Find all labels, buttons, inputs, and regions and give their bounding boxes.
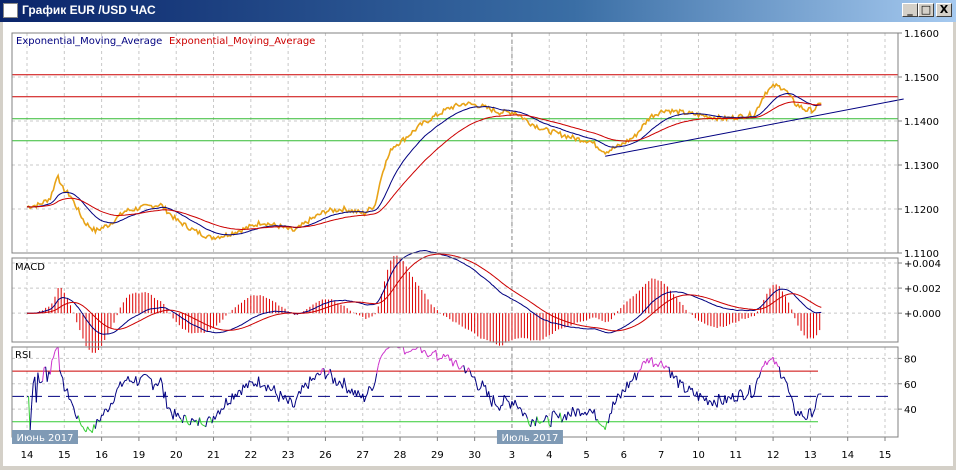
maximize-button[interactable]: □	[918, 3, 934, 17]
price-y-tick-label: 1.1500	[904, 73, 939, 84]
x-tick-label: 13	[804, 450, 817, 461]
x-tick-label: 14	[21, 450, 34, 461]
rsi-y-tick-label: 80	[904, 354, 917, 365]
rsi-line-segment	[202, 424, 205, 427]
x-tick-label: 27	[356, 450, 369, 461]
rsi-line-segment	[751, 396, 754, 399]
price-y-tick-label: 1.1200	[904, 205, 939, 216]
macd-y-tick-label: +0.004	[904, 259, 941, 270]
rsi-line-segment	[727, 396, 730, 398]
chart-area[interactable]: 14 15 16 19 20 21 22 23 26 27 28 29 30 3 4 5 6 7 10 11 12 13 1…	[0, 22, 956, 470]
x-tick-label: 15	[58, 450, 71, 461]
x-tick-label: 7	[658, 450, 664, 461]
legend-ema-fast: Exponential_Moving_Average	[16, 36, 162, 47]
legend-ema-slow: Exponential_Moving_Average	[169, 36, 315, 47]
x-tick-label: 5	[583, 450, 589, 461]
x-tick-label: 6	[621, 450, 627, 461]
rsi-line-segment	[336, 384, 339, 386]
x-tick-label: 20	[170, 450, 183, 461]
x-tick-label: 28	[394, 450, 407, 461]
macd-y-tick-label: +0.002	[904, 284, 941, 295]
x-tick-label: 4	[546, 450, 552, 461]
x-tick-label: 15	[879, 450, 892, 461]
x-tick-label: 29	[431, 450, 444, 461]
rsi-line-segment	[261, 385, 264, 387]
rsi-line-segment	[144, 373, 147, 376]
price-y-tick-label: 1.1600	[904, 29, 939, 40]
rsi-line-segment	[743, 398, 746, 401]
x-tick-label: 21	[207, 450, 220, 461]
month-label: Июль 2017	[502, 433, 559, 444]
rsi-line-segment	[685, 390, 688, 393]
x-tick-label: 10	[692, 450, 705, 461]
price-y-tick-label: 1.1400	[904, 117, 939, 128]
macd-y-tick-label: +0.000	[904, 309, 941, 320]
window-title: График EUR /USD ЧАС	[22, 3, 156, 17]
rsi-line-segment	[168, 407, 171, 409]
x-tick-label: 16	[95, 450, 108, 461]
title-bar: График EUR /USD ЧАС _ □ X	[0, 0, 956, 22]
x-tick-label: 22	[244, 450, 257, 461]
x-tick-label: 11	[729, 450, 742, 461]
rsi-title: RSI	[15, 350, 31, 361]
month-label: Июнь 2017	[17, 433, 74, 444]
rsi-line-segment	[438, 358, 441, 360]
macd-title: MACD	[15, 262, 45, 273]
chart-app-icon	[3, 3, 18, 18]
x-tick-label: 26	[319, 450, 332, 461]
close-button[interactable]: X	[936, 3, 952, 17]
rsi-line-segment	[385, 348, 388, 350]
x-tick-label: 23	[282, 450, 295, 461]
x-tick-label: 3	[509, 450, 515, 461]
minimize-button[interactable]: _	[902, 3, 918, 17]
rsi-y-tick-label: 60	[904, 380, 917, 391]
rsi-line-segment	[458, 368, 461, 370]
x-tick-label: 14	[841, 450, 854, 461]
x-tick-label: 19	[133, 450, 146, 461]
rsi-line-segment	[183, 414, 186, 417]
rsi-y-tick-label: 40	[904, 405, 917, 416]
rsi-line-segment	[609, 412, 612, 415]
x-tick-label: 12	[767, 450, 780, 461]
x-tick-label: 30	[468, 450, 481, 461]
price-y-tick-label: 1.1300	[904, 161, 939, 172]
